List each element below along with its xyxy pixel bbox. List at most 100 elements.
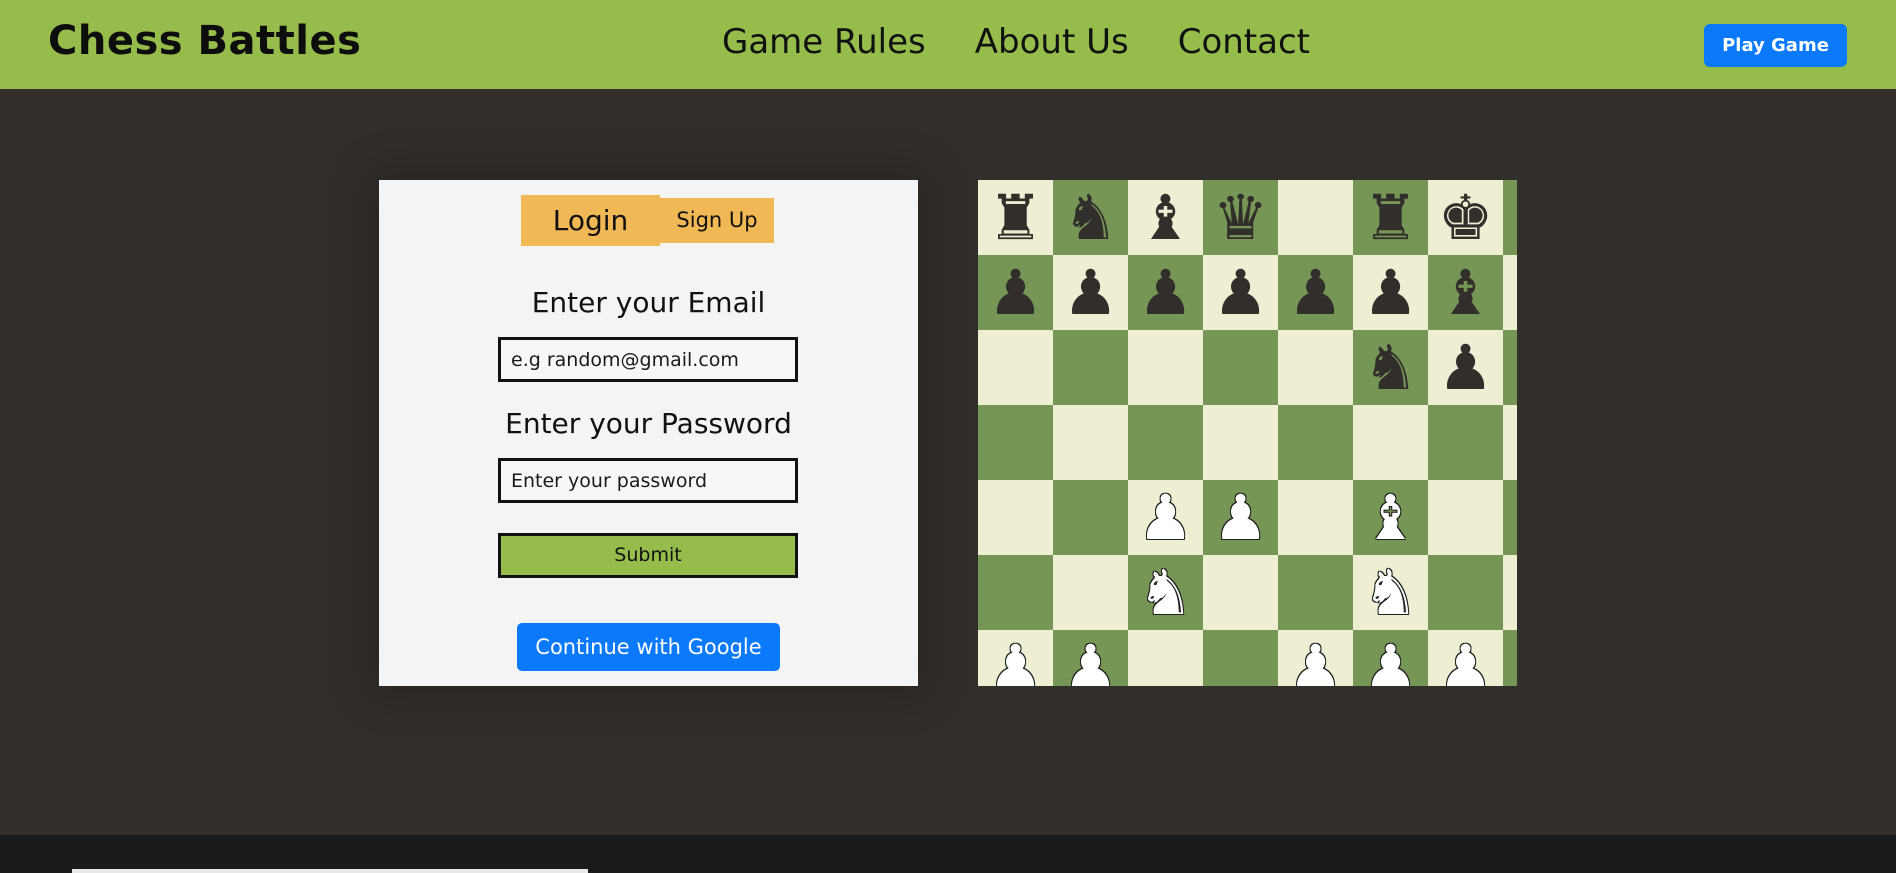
board-square[interactable] (1203, 330, 1278, 405)
board-square[interactable] (1203, 555, 1278, 630)
board-square[interactable] (1128, 405, 1203, 480)
tab-signup[interactable]: Sign Up (660, 198, 774, 243)
board-square[interactable] (1503, 630, 1517, 686)
white-pawn-icon[interactable]: ♟ (1138, 486, 1194, 549)
nav-links: Game Rules About Us Contact (722, 22, 1359, 62)
board-square[interactable] (1053, 405, 1128, 480)
white-pawn-icon[interactable]: ♟ (1063, 636, 1119, 686)
board-square[interactable]: ♟ (1278, 255, 1353, 330)
board-square[interactable]: ♝ (1353, 480, 1428, 555)
submit-button[interactable]: Submit (498, 533, 798, 578)
board-square[interactable] (1503, 330, 1517, 405)
email-label: Enter your Email (531, 286, 766, 319)
board-square[interactable]: ♞ (1128, 555, 1203, 630)
black-pawn-icon[interactable]: ♟ (1213, 261, 1269, 324)
board-square[interactable] (1278, 180, 1353, 255)
white-pawn-icon[interactable]: ♟ (1438, 636, 1494, 686)
footer (0, 835, 1896, 873)
chess-board[interactable]: ♜ ♞ ♝ ♛ ♜ ♚ ♟ ♟ ♟ ♟ ♟ ♟ ♝ ♞ ♟ ♟ ♟ ♝ ♞ ♞ ♟ ♟ ♟ ♟ ♟ (978, 180, 1517, 686)
board-square[interactable]: ♟ (1203, 480, 1278, 555)
white-pawn-icon[interactable]: ♟ (1363, 636, 1419, 686)
board-square[interactable]: ♟ (1128, 480, 1203, 555)
black-pawn-icon[interactable]: ♟ (1138, 261, 1194, 324)
board-square[interactable]: ♟ (1053, 255, 1128, 330)
board-square[interactable] (1428, 480, 1503, 555)
board-square[interactable]: ♟ (1353, 630, 1428, 686)
board-square[interactable] (1278, 330, 1353, 405)
white-pawn-icon[interactable]: ♟ (988, 636, 1044, 686)
black-pawn-icon[interactable]: ♟ (1288, 261, 1344, 324)
nav-link-game-rules[interactable]: Game Rules (722, 22, 926, 62)
board-square[interactable] (1128, 630, 1203, 686)
tab-login[interactable]: Login (521, 195, 660, 246)
board-square[interactable] (1353, 405, 1428, 480)
board-square[interactable]: ♟ (1278, 630, 1353, 686)
board-square[interactable] (1503, 480, 1517, 555)
password-label: Enter your Password (505, 407, 792, 440)
black-bishop-icon[interactable]: ♝ (1438, 261, 1494, 324)
board-square[interactable] (1128, 330, 1203, 405)
board-square[interactable]: ♟ (1428, 330, 1503, 405)
board-square[interactable]: ♟ (1053, 630, 1128, 686)
board-square[interactable] (1503, 405, 1517, 480)
board-square[interactable]: ♝ (1128, 180, 1203, 255)
login-card: Login Sign Up Enter your Email Enter you… (379, 180, 918, 686)
black-bishop-icon[interactable]: ♝ (1138, 186, 1194, 249)
board-square[interactable] (978, 555, 1053, 630)
black-pawn-icon[interactable]: ♟ (1063, 261, 1119, 324)
board-square[interactable]: ♟ (1128, 255, 1203, 330)
board-square[interactable] (1278, 480, 1353, 555)
board-square[interactable] (1053, 555, 1128, 630)
board-square[interactable]: ♞ (1353, 330, 1428, 405)
board-square[interactable]: ♜ (978, 180, 1053, 255)
brand-logo[interactable]: Chess Battles (48, 18, 361, 64)
white-knight-icon[interactable]: ♞ (1363, 561, 1419, 624)
board-square[interactable] (1203, 405, 1278, 480)
black-pawn-icon[interactable]: ♟ (1438, 336, 1494, 399)
board-square[interactable]: ♞ (1053, 180, 1128, 255)
white-pawn-icon[interactable]: ♟ (1288, 636, 1344, 686)
nav-link-about-us[interactable]: About Us (975, 22, 1129, 62)
password-input[interactable] (498, 458, 798, 503)
black-rook-icon[interactable]: ♜ (988, 186, 1044, 249)
board-square[interactable]: ♟ (978, 255, 1053, 330)
board-square[interactable]: ♟ (1428, 630, 1503, 686)
footer-strip (72, 869, 588, 873)
white-pawn-icon[interactable]: ♟ (1213, 486, 1269, 549)
black-knight-icon[interactable]: ♞ (1063, 186, 1119, 249)
board-square[interactable]: ♛ (1203, 180, 1278, 255)
board-square[interactable] (1503, 555, 1517, 630)
black-king-icon[interactable]: ♚ (1438, 186, 1494, 249)
board-square[interactable] (978, 330, 1053, 405)
black-knight-icon[interactable]: ♞ (1363, 336, 1419, 399)
board-square[interactable] (1203, 630, 1278, 686)
board-square[interactable] (978, 480, 1053, 555)
board-square[interactable]: ♟ (1353, 255, 1428, 330)
continue-with-google-button[interactable]: Continue with Google (517, 623, 780, 671)
navbar: Chess Battles Game Rules About Us Contac… (0, 0, 1896, 89)
board-square[interactable] (1278, 405, 1353, 480)
board-square[interactable] (1278, 555, 1353, 630)
white-knight-icon[interactable]: ♞ (1138, 561, 1194, 624)
board-square[interactable]: ♞ (1353, 555, 1428, 630)
board-square[interactable] (1053, 480, 1128, 555)
board-square[interactable] (1503, 255, 1517, 330)
nav-link-contact[interactable]: Contact (1178, 22, 1310, 62)
black-rook-icon[interactable]: ♜ (1363, 186, 1419, 249)
board-square[interactable] (1428, 405, 1503, 480)
board-square[interactable]: ♝ (1428, 255, 1503, 330)
board-square[interactable] (978, 405, 1053, 480)
white-bishop-icon[interactable]: ♝ (1363, 486, 1419, 549)
black-pawn-icon[interactable]: ♟ (988, 261, 1044, 324)
email-input[interactable] (498, 337, 798, 382)
board-square[interactable]: ♟ (978, 630, 1053, 686)
play-game-button[interactable]: Play Game (1704, 24, 1847, 67)
board-square[interactable]: ♜ (1353, 180, 1428, 255)
board-square[interactable] (1428, 555, 1503, 630)
board-square[interactable]: ♟ (1203, 255, 1278, 330)
board-square[interactable]: ♚ (1428, 180, 1503, 255)
board-square[interactable] (1053, 330, 1128, 405)
board-square[interactable] (1503, 180, 1517, 255)
black-queen-icon[interactable]: ♛ (1213, 186, 1269, 249)
black-pawn-icon[interactable]: ♟ (1363, 261, 1419, 324)
